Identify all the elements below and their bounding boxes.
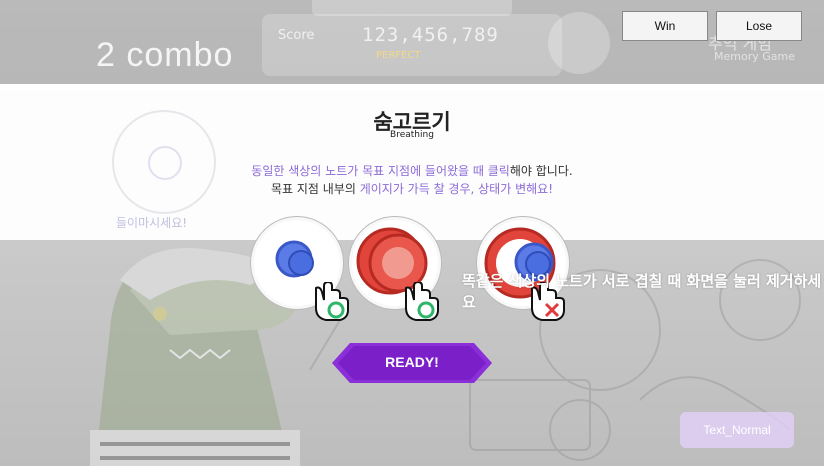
check-circle-icon (327, 301, 345, 319)
hand-cursor-icon (405, 280, 439, 321)
instruction-text-2: 목표 지점 내부의 (270, 182, 360, 196)
judgement-text: PERFECT (376, 50, 421, 61)
check-circle-icon (417, 301, 435, 319)
game-subtitle: Memory Game (714, 50, 795, 63)
overlay-hint-text: 똑같은 색상의 노트가 서로 겹칠 때 화면을 눌러 제거하세요 (462, 272, 822, 311)
ready-button-label: READY! (385, 354, 439, 370)
ready-button[interactable]: READY! (332, 343, 492, 383)
instruction-line-1: 동일한 색상의 노트가 목표 지점에 들어왔을 때 클릭해야 합니다. (0, 162, 824, 179)
instruction-line-2: 목표 지점 내부의 게이지가 가득 찰 경우, 상태가 변해요! (0, 180, 824, 197)
inhale-caption: 들이마시세요! (116, 216, 188, 230)
tutorial-subtitle: Breathing (390, 130, 434, 140)
score-value: 123,456,789 (362, 24, 499, 46)
instruction-highlight-2: 게이지가 가득 찰 경우, 상태가 변해요! (359, 182, 554, 196)
combo-counter: 2 combo (96, 36, 234, 74)
example-2-cursor (400, 280, 450, 326)
instruction-highlight-1: 동일한 색상의 노트가 목표 지점에 들어왔을 때 클릭 (251, 164, 510, 178)
instruction-text-1: 해야 합니다. (509, 164, 573, 178)
score-label: Score (278, 28, 315, 43)
time-gauge (548, 12, 610, 74)
win-button[interactable]: Win (622, 11, 708, 41)
text-normal-label: Text_Normal (680, 412, 794, 448)
tutorial-panel: 들이마시세요! 숨고르기 Breathing 동일한 색상의 노트가 목표 지점… (0, 84, 824, 240)
lose-button[interactable]: Lose (716, 11, 802, 41)
